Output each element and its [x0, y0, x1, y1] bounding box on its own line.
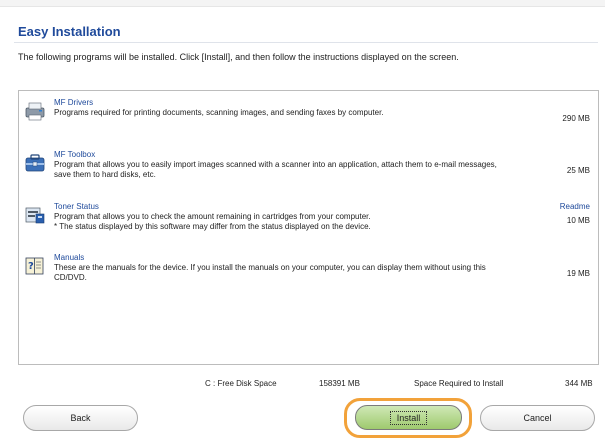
readme-link[interactable]: Readme — [560, 202, 590, 211]
instruction-text: The following programs will be installed… — [18, 52, 459, 62]
program-size: 10 MB — [566, 216, 590, 225]
program-name: MF Drivers — [54, 98, 94, 107]
install-button[interactable]: Install — [355, 405, 462, 430]
toner-icon — [24, 204, 46, 226]
free-space-value: 158391 MB — [319, 379, 360, 388]
back-button[interactable]: Back — [23, 405, 138, 431]
title-divider — [14, 42, 598, 43]
cancel-button[interactable]: Cancel — [480, 405, 595, 431]
program-description: Programs required for printing documents… — [54, 108, 384, 117]
program-name: Toner Status — [54, 202, 99, 211]
manual-book-icon: ? — [24, 255, 46, 277]
program-size: 290 MB — [562, 114, 590, 123]
install-label: Install — [389, 410, 428, 425]
program-description: Program that allows you to easily import… — [54, 160, 497, 179]
program-name: MF Toolbox — [54, 150, 96, 159]
required-space-label: Space Required to Install — [414, 379, 504, 388]
page-title: Easy Installation — [18, 24, 121, 39]
toolbox-icon — [24, 152, 46, 174]
program-size: 19 MB — [566, 269, 590, 278]
program-size: 25 MB — [566, 166, 590, 175]
program-name: Manuals — [54, 253, 85, 262]
printer-icon — [24, 100, 46, 122]
program-description: Program that allows you to check the amo… — [54, 212, 371, 231]
top-divider — [0, 0, 605, 7]
drive-label: C : Free Disk Space — [205, 379, 277, 388]
required-space-value: 344 MB — [565, 379, 593, 388]
program-description: These are the manuals for the device. If… — [54, 263, 486, 282]
svg-text:?: ? — [28, 261, 34, 272]
program-list-panel: MF Drivers Programs required for printin… — [18, 90, 599, 365]
